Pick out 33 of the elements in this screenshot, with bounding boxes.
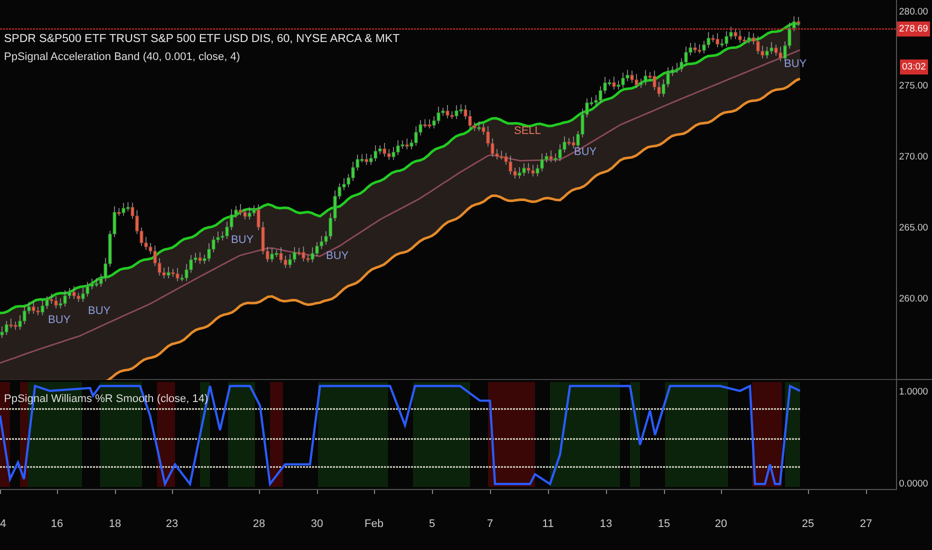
- time-axis-label: 27: [860, 518, 872, 530]
- symbol-title: SPDR S&P500 ETF TRUST S&P 500 ETF USD DIS, 60, NYSE ARCA & MKT: [4, 33, 400, 45]
- time-axis-label: 20: [714, 518, 728, 530]
- time-axis-label: 18: [108, 518, 122, 530]
- time-axis-label: 15: [658, 518, 670, 530]
- time-axis-label: 4: [0, 518, 6, 530]
- price-axis-label: 260.00: [899, 294, 928, 304]
- sell-signal-label: SELL: [514, 125, 541, 137]
- last-price-tag: 278.69: [897, 22, 930, 36]
- oscillator-axis-label: 0.0000: [899, 478, 928, 490]
- buy-signal-label: BUY: [574, 146, 597, 158]
- time-axis-label: 5: [428, 518, 436, 530]
- countdown-tag: 03:02: [900, 60, 928, 74]
- buy-signal-label: BUY: [88, 305, 111, 317]
- oscillator-axis-label: 1.0000: [899, 386, 928, 398]
- time-axis-label: 16: [50, 518, 64, 530]
- time-axis-label: 7: [486, 518, 494, 530]
- time-axis-label: 13: [600, 518, 612, 530]
- indicator-legend: PpSignal Acceleration Band (40, 0.001, close, 4): [4, 51, 400, 63]
- price-axis-label: 275.00: [899, 80, 928, 92]
- buy-signal-label: BUY: [48, 314, 71, 326]
- time-axis-label: 25: [802, 518, 814, 530]
- time-axis-label: 23: [166, 518, 178, 530]
- buy-signal-label: BUY: [326, 250, 349, 262]
- price-axis-label: 270.00: [899, 152, 928, 162]
- price-axis-label: 265.00: [899, 222, 928, 234]
- buy-signal-label: BUY: [784, 58, 807, 70]
- buy-signal-label: BUY: [231, 234, 254, 246]
- time-axis-label: 28: [252, 518, 266, 530]
- time-axis-label: Feb: [364, 518, 384, 530]
- price-axis-label: 280.00: [899, 6, 928, 18]
- time-axis-label: 30: [310, 518, 324, 530]
- time-axis-label: 11: [542, 518, 554, 530]
